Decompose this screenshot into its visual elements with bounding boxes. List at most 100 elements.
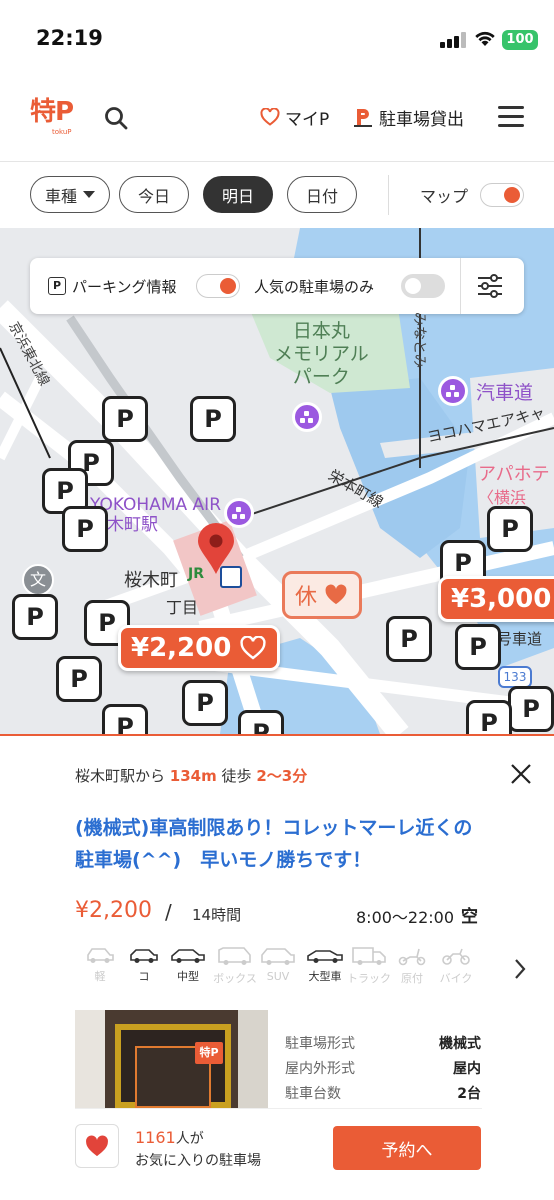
map-toggle-label: マップ: [420, 187, 469, 206]
open-hours: 8:00〜22:00: [356, 908, 455, 927]
map-view[interactable]: P パーキング情報 人気の駐車場のみ 日本丸 メモリアル パーク 汽車道 ヨコハ…: [0, 228, 554, 734]
popular-only-label: 人気の駐車場のみ: [254, 278, 375, 296]
price-separator: /: [165, 900, 172, 924]
status-time: 22:19: [36, 26, 103, 50]
car-icon: [87, 948, 114, 963]
photo-logo: 特P: [195, 1042, 223, 1064]
car-icon: [307, 950, 343, 963]
parking-pin[interactable]: P: [56, 656, 102, 702]
map-toggle[interactable]: [480, 183, 524, 207]
reserve-button[interactable]: 予約へ: [333, 1126, 481, 1170]
price-tag-value: ¥2,200: [131, 633, 232, 663]
app-logo[interactable]: 特P tokuP: [30, 97, 76, 137]
parking-pin[interactable]: P: [455, 624, 501, 670]
car-icon: [130, 949, 158, 963]
yokohama-label: 〈横浜: [478, 488, 527, 507]
vehicle-types: 軽 コ 中型 ボックス SUV 大型車 トラック 原付 バイク: [80, 946, 480, 998]
parking-pin[interactable]: P: [12, 594, 58, 640]
favorite-line2: お気に入りの駐車場: [135, 1153, 261, 1169]
parking-pin[interactable]: P: [487, 506, 533, 552]
parking-pin[interactable]: P: [102, 396, 148, 442]
rent-parking-label: 駐車場貸出: [379, 109, 464, 130]
divider: [388, 175, 389, 215]
heart-icon: [325, 584, 347, 605]
walk-label: 徒歩: [221, 767, 252, 785]
availability-badge: 空: [461, 907, 478, 927]
popular-only-toggle[interactable]: [401, 274, 445, 298]
heart-outline-icon: [240, 636, 266, 660]
heart-icon: [86, 1135, 108, 1156]
car-type-suv: SUV: [258, 946, 298, 998]
walk-time: 2〜3分: [256, 767, 308, 785]
car-type-box: ボックス: [212, 946, 258, 998]
scooter-icon: [398, 948, 426, 966]
close-icon[interactable]: [510, 763, 532, 785]
parking-pin[interactable]: P: [238, 710, 284, 734]
route-prefix: 桜木町駅から: [75, 767, 166, 785]
parking-pin[interactable]: P: [190, 396, 236, 442]
parking-photo[interactable]: 特P: [75, 1010, 268, 1108]
poi-park-icon[interactable]: [292, 402, 322, 432]
selected-price-tag[interactable]: ¥2,200: [118, 625, 281, 671]
map-filter-card: P パーキング情報 人気の駐車場のみ: [30, 258, 524, 314]
filter-settings-icon[interactable]: [477, 274, 503, 298]
parking-pin[interactable]: P: [508, 686, 554, 732]
spec-indoor-outdoor: 屋内外形式 屋内: [285, 1061, 481, 1077]
motorcycle-icon: [442, 948, 470, 965]
date-button[interactable]: 日付: [287, 176, 357, 213]
car-icon: [261, 948, 295, 965]
kishamichi-label: 汽車道: [476, 382, 534, 404]
vehicle-type-dropdown[interactable]: 車種: [30, 176, 110, 213]
car-type-kei: 軽: [80, 946, 120, 998]
price-row: ¥2,200 / 14時間 8:00〜22:00 空: [75, 898, 485, 928]
chevron-right-icon[interactable]: [513, 958, 527, 980]
car-icon: [218, 947, 251, 965]
today-button[interactable]: 今日: [119, 176, 189, 213]
distance: 134m: [169, 767, 217, 785]
route-info: 桜木町駅から 134m 徒歩 2〜3分: [75, 765, 307, 786]
parking-info-label: パーキング情報: [72, 278, 177, 296]
divider: [75, 1108, 482, 1109]
price-tag-value: ¥3,000: [451, 584, 552, 614]
favorite-suffix: 人が: [175, 1131, 204, 1147]
parking-title[interactable]: (機械式)車高制限あり！コレットマーレ近くの駐車場(^^) 早いモノ勝ちです！: [75, 812, 485, 876]
search-icon[interactable]: [103, 105, 129, 131]
car-type-midsize: 中型: [168, 946, 208, 998]
price-tag[interactable]: ¥3,000: [438, 576, 554, 622]
car-type-moped: 原付: [392, 946, 432, 998]
school-icon: 文: [22, 564, 54, 596]
poi-kishamichi-icon[interactable]: [438, 376, 468, 406]
parking-info-toggle[interactable]: [196, 274, 240, 298]
sakuragicho-label: 桜木町: [124, 570, 178, 591]
parking-detail-sheet: 桜木町駅から 134m 徒歩 2〜3分 (機械式)車高制限あり！コレットマーレ近…: [0, 734, 554, 1200]
heart-outline-icon: [260, 108, 280, 126]
parking-pin[interactable]: P: [62, 506, 108, 552]
tomorrow-button[interactable]: 明日: [203, 176, 273, 213]
favorite-button[interactable]: [75, 1124, 119, 1168]
vehicle-type-label: 車種: [44, 186, 77, 206]
mypage-link[interactable]: マイP: [260, 104, 329, 130]
rent-parking-link[interactable]: 駐車場貸出: [352, 104, 464, 130]
closed-label: 休: [294, 585, 317, 610]
location-pin-icon: [198, 523, 234, 574]
truck-icon: [352, 947, 386, 965]
car-type-large: 大型車: [302, 946, 348, 998]
spec-capacity: 駐車台数 2台: [285, 1086, 481, 1102]
hamburger-menu-icon[interactable]: [498, 106, 524, 128]
parking-pin[interactable]: P: [386, 616, 432, 662]
parking-p-icon: P: [48, 277, 66, 295]
app-header: 特P tokuP マイP 駐車場貸出: [0, 80, 554, 162]
favorite-count-text: 1161人が お気に入りの駐車場: [135, 1127, 261, 1172]
status-bar: 22:19 100: [0, 0, 554, 80]
park-label: 日本丸 メモリアル パーク: [274, 320, 369, 388]
parking-pin[interactable]: P: [466, 700, 512, 734]
car-type-compact: コ: [124, 946, 164, 998]
cellular-signal-icon: [440, 32, 466, 48]
parking-pin[interactable]: P: [102, 704, 148, 734]
closed-parking-tag[interactable]: 休: [282, 571, 362, 619]
filter-bar: 車種 今日 明日 日付 マップ: [0, 163, 554, 227]
divider: [460, 258, 461, 314]
duration: 14時間: [192, 906, 242, 924]
parking-pin[interactable]: P: [182, 680, 228, 726]
chome-label: 丁目: [166, 598, 199, 617]
